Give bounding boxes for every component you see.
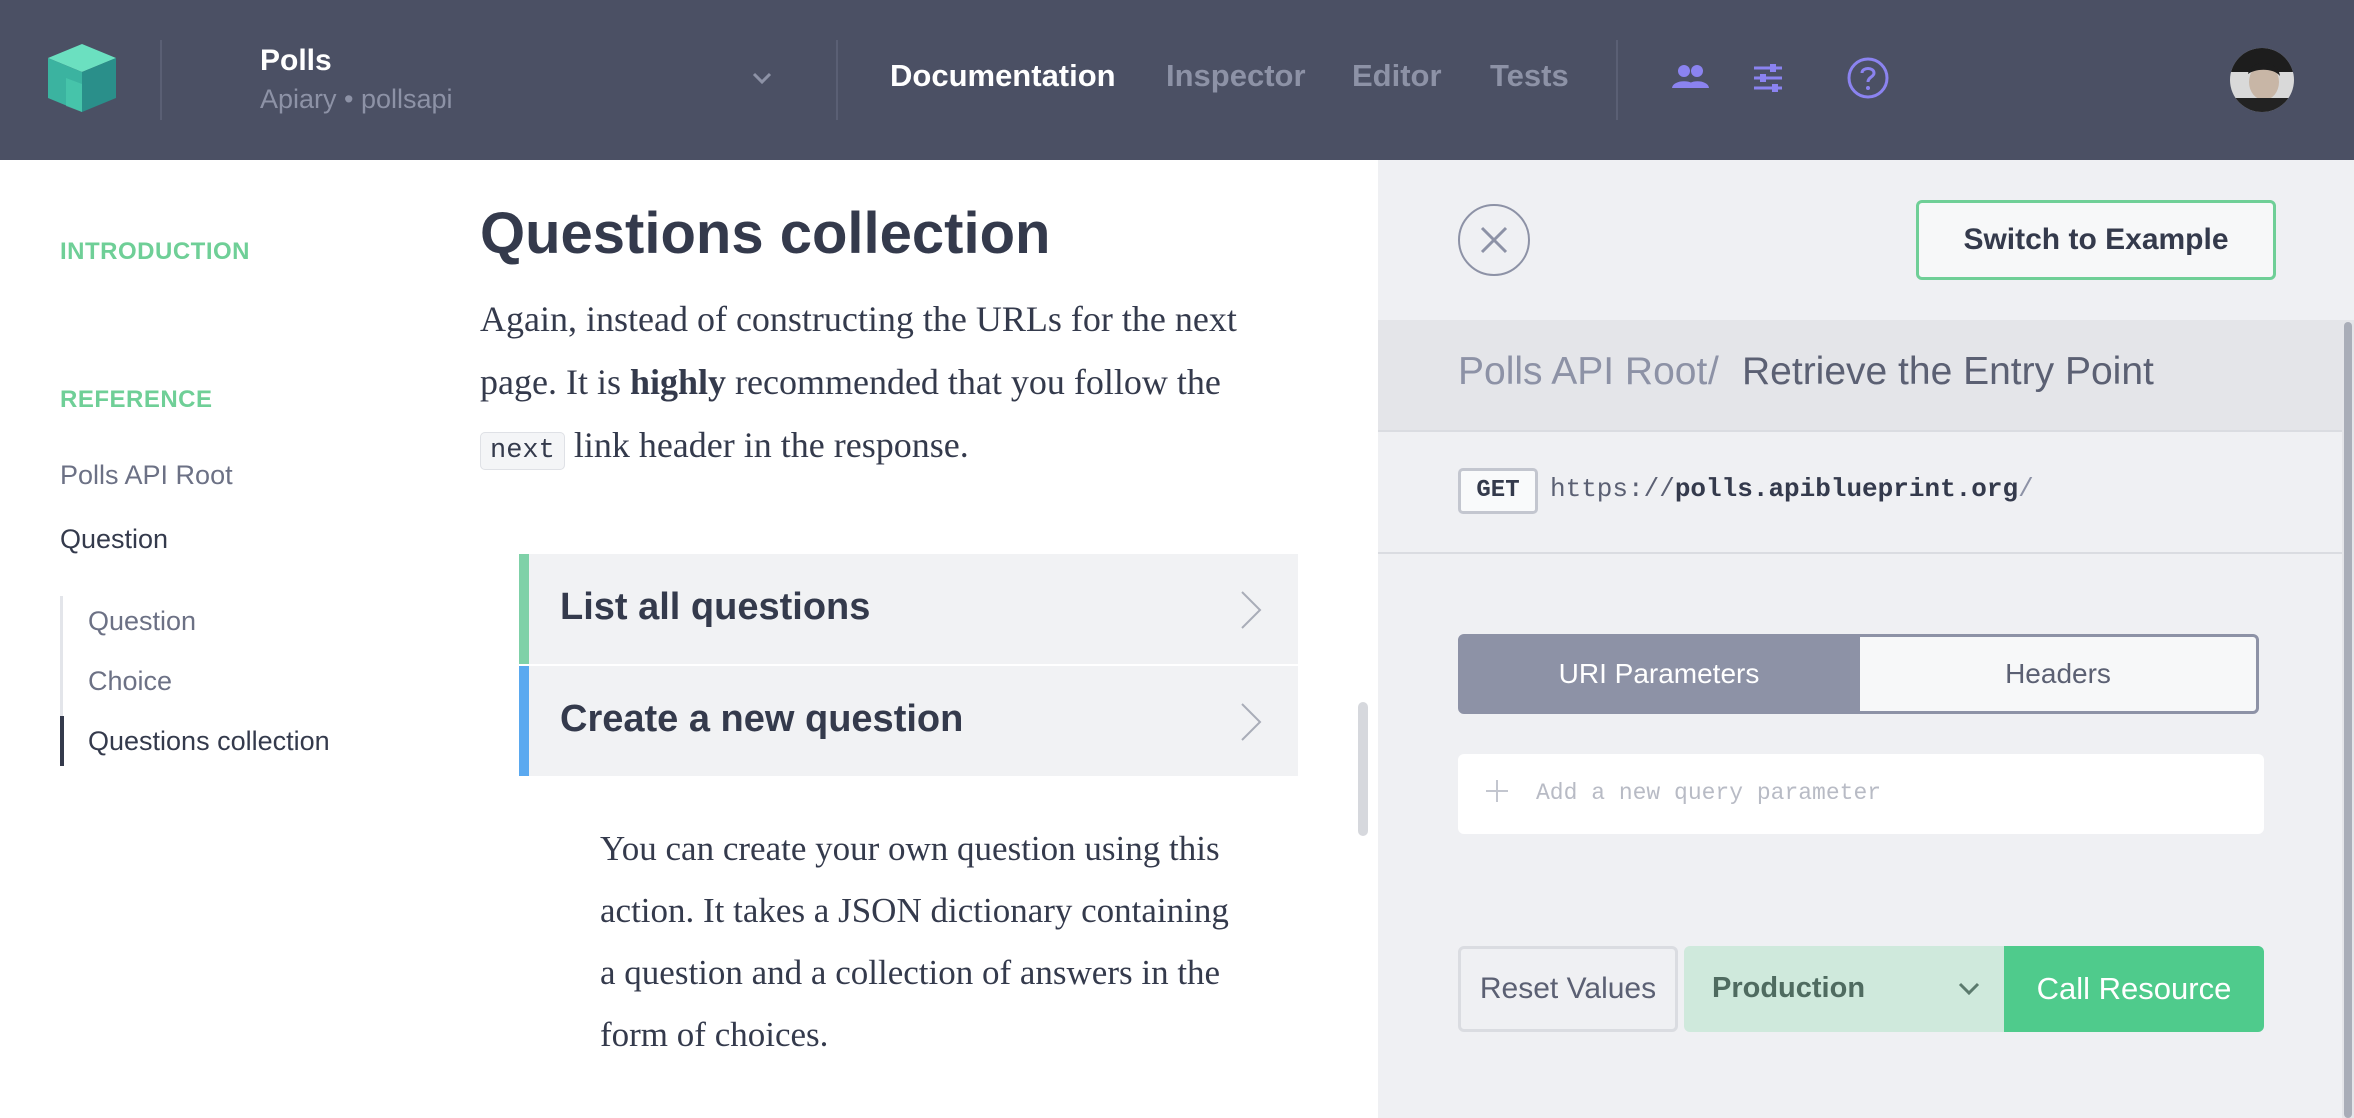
content-scrollbar[interactable] xyxy=(1358,702,1368,836)
page-title: Questions collection xyxy=(480,201,1051,266)
action-label: Create a new question xyxy=(560,698,964,740)
reset-values-button[interactable]: Reset Values xyxy=(1458,946,1678,1032)
sidebar-item-polls-api-root[interactable]: Polls API Root xyxy=(60,460,233,491)
divider xyxy=(1616,40,1618,120)
sidebar-item-choice[interactable]: Choice xyxy=(88,666,172,697)
environment-value: Production xyxy=(1712,972,1866,1004)
help-icon[interactable] xyxy=(1846,56,1890,100)
tab-inspector[interactable]: Inspector xyxy=(1166,58,1306,94)
request-url: https://polls.apiblueprint.org/ xyxy=(1550,474,2034,504)
console-scrollbar[interactable] xyxy=(2344,322,2352,1118)
url-host: polls.apiblueprint.org xyxy=(1674,474,2019,504)
settings-sliders-icon[interactable] xyxy=(1746,56,1790,100)
tab-uri-parameters[interactable]: URI Parameters xyxy=(1458,634,1860,714)
action-color-bar xyxy=(519,554,529,664)
apiary-logo-icon[interactable] xyxy=(44,40,120,116)
switch-to-example-button[interactable]: Switch to Example xyxy=(1916,200,2276,280)
tab-editor[interactable]: Editor xyxy=(1352,58,1442,94)
project-subtitle[interactable]: Apiary • pollsapi xyxy=(260,84,453,115)
tab-tests[interactable]: Tests xyxy=(1490,58,1569,94)
add-query-parameter-input[interactable]: Add a new query parameter xyxy=(1458,754,2264,834)
chevron-down-icon xyxy=(1958,982,1980,996)
close-icon xyxy=(1480,226,1508,254)
breadcrumb-separator: / xyxy=(1708,350,1719,393)
top-navigation-bar: Polls Apiary • pollsapi Documentation In… xyxy=(0,0,2354,160)
environment-select[interactable]: Production xyxy=(1684,946,2004,1032)
project-name[interactable]: Polls xyxy=(260,44,332,78)
intro-paragraph: Again, instead of constructing the URLs … xyxy=(480,288,1310,483)
sidebar-item-questions-collection[interactable]: Questions collection xyxy=(88,726,330,757)
action-create-new-question[interactable]: Create a new question xyxy=(519,666,1298,776)
chevron-right-icon xyxy=(1241,591,1262,629)
paragraph-text: link header in the response. xyxy=(564,425,969,465)
sidebar-heading-reference[interactable]: REFERENCE xyxy=(60,386,213,414)
plus-icon xyxy=(1486,780,1508,802)
action-label: List all questions xyxy=(560,586,871,628)
http-method-badge: GET xyxy=(1458,468,1538,514)
chevron-down-icon[interactable] xyxy=(748,64,776,92)
breadcrumb-parent[interactable]: Polls API Root xyxy=(1458,350,1707,394)
close-console-button[interactable] xyxy=(1458,204,1530,276)
tab-documentation[interactable]: Documentation xyxy=(890,58,1116,94)
user-avatar[interactable] xyxy=(2230,48,2294,112)
url-scheme: https:// xyxy=(1550,474,1675,504)
paragraph-text: recommended that you follow the xyxy=(726,362,1221,402)
action-list-all-questions[interactable]: List all questions xyxy=(519,554,1298,664)
query-parameter-placeholder: Add a new query parameter xyxy=(1536,780,1882,806)
inline-code: next xyxy=(480,432,565,470)
paragraph-emphasis: highly xyxy=(629,362,727,402)
divider xyxy=(160,40,162,120)
tab-headers[interactable]: Headers xyxy=(1857,634,2259,714)
chevron-right-icon xyxy=(1241,703,1262,741)
divider xyxy=(836,40,838,120)
sidebar-item-question[interactable]: Question xyxy=(88,606,196,637)
team-icon[interactable] xyxy=(1668,56,1712,100)
sidebar-heading-introduction[interactable]: INTRODUCTION xyxy=(60,238,250,266)
sidebar-item-question-group[interactable]: Question xyxy=(60,524,168,555)
sidebar-active-indicator xyxy=(60,716,64,766)
action-description: You can create your own question using t… xyxy=(600,829,1229,1054)
call-resource-button[interactable]: Call Resource xyxy=(2004,946,2264,1032)
action-color-bar xyxy=(519,666,529,776)
breadcrumb-current: Retrieve the Entry Point xyxy=(1742,350,2154,393)
url-path: / xyxy=(2018,474,2034,504)
avatar-image xyxy=(2230,48,2294,112)
